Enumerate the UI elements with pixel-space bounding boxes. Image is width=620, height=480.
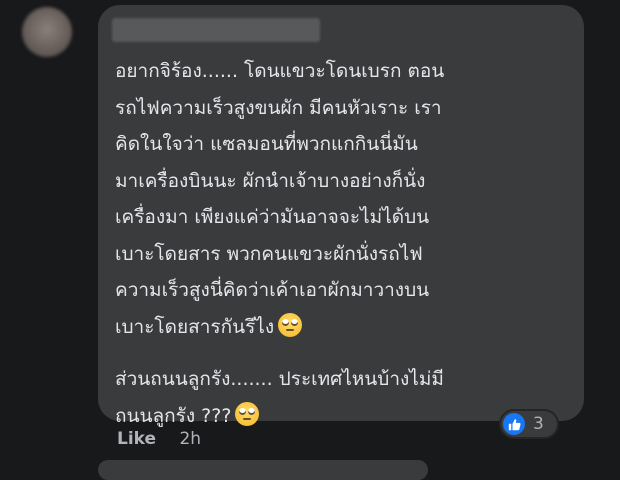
commenter-name-redacted[interactable] [112,18,320,42]
comment-line: เครื่องมา เพียงแค่ว่ามันอาจจะไม่ได้บน [115,206,430,228]
comment-line: คิดในใจว่า แซลมอนที่พวกแกกินนี่มัน [115,133,418,155]
comment-line: ส่วนถนนลูกรัง....... ประเทศไหนบ้างไม่มี [115,368,444,390]
comment-line: เบาะโดยสาร พวกคนแขวะผักนั่งรถไฟ [115,242,423,265]
next-comment-bubble [98,460,428,480]
reaction-summary[interactable]: 3 [499,409,559,439]
like-thumb-icon [503,413,525,435]
like-button[interactable]: Like [117,429,156,449]
eye-roll-emoji-icon [278,312,303,337]
comment-line: อยากจิร้อง...... โดนแขวะโดนเบรก ตอน [115,60,445,82]
comment-line: รถไฟความเร็วสูงขนผัก มีคนหัวเราะ เรา [115,96,442,119]
comment-line: ความเร็วสูงนี่คิดว่าเค้าเอาผักมาวางบน [115,279,430,301]
comment-line-text: เบาะโดยสารกันรึไง [115,315,275,338]
comment-line-text: ถนนลูกรัง ??? [115,404,232,427]
comment-line-with-emoji: เบาะโดยสารกันรึไง [115,309,575,346]
comment-bubble: อยากจิร้อง...... โดนแขวะโดนเบรก ตอน รถไฟ… [98,5,584,427]
commenter-avatar[interactable] [22,7,72,57]
worried-emoji-icon [235,401,260,426]
comment-line: มาเครื่องบินนะ ผักนำเจ้าบางอย่างก็นั่ง [115,169,426,192]
reaction-count: 3 [533,414,544,434]
comment-timestamp[interactable]: 2h [179,429,201,449]
comment-actions: Like 2h [117,429,201,449]
comment-text: อยากจิร้อง...... โดนแขวะโดนเบรก ตอน รถไฟ… [115,53,575,434]
